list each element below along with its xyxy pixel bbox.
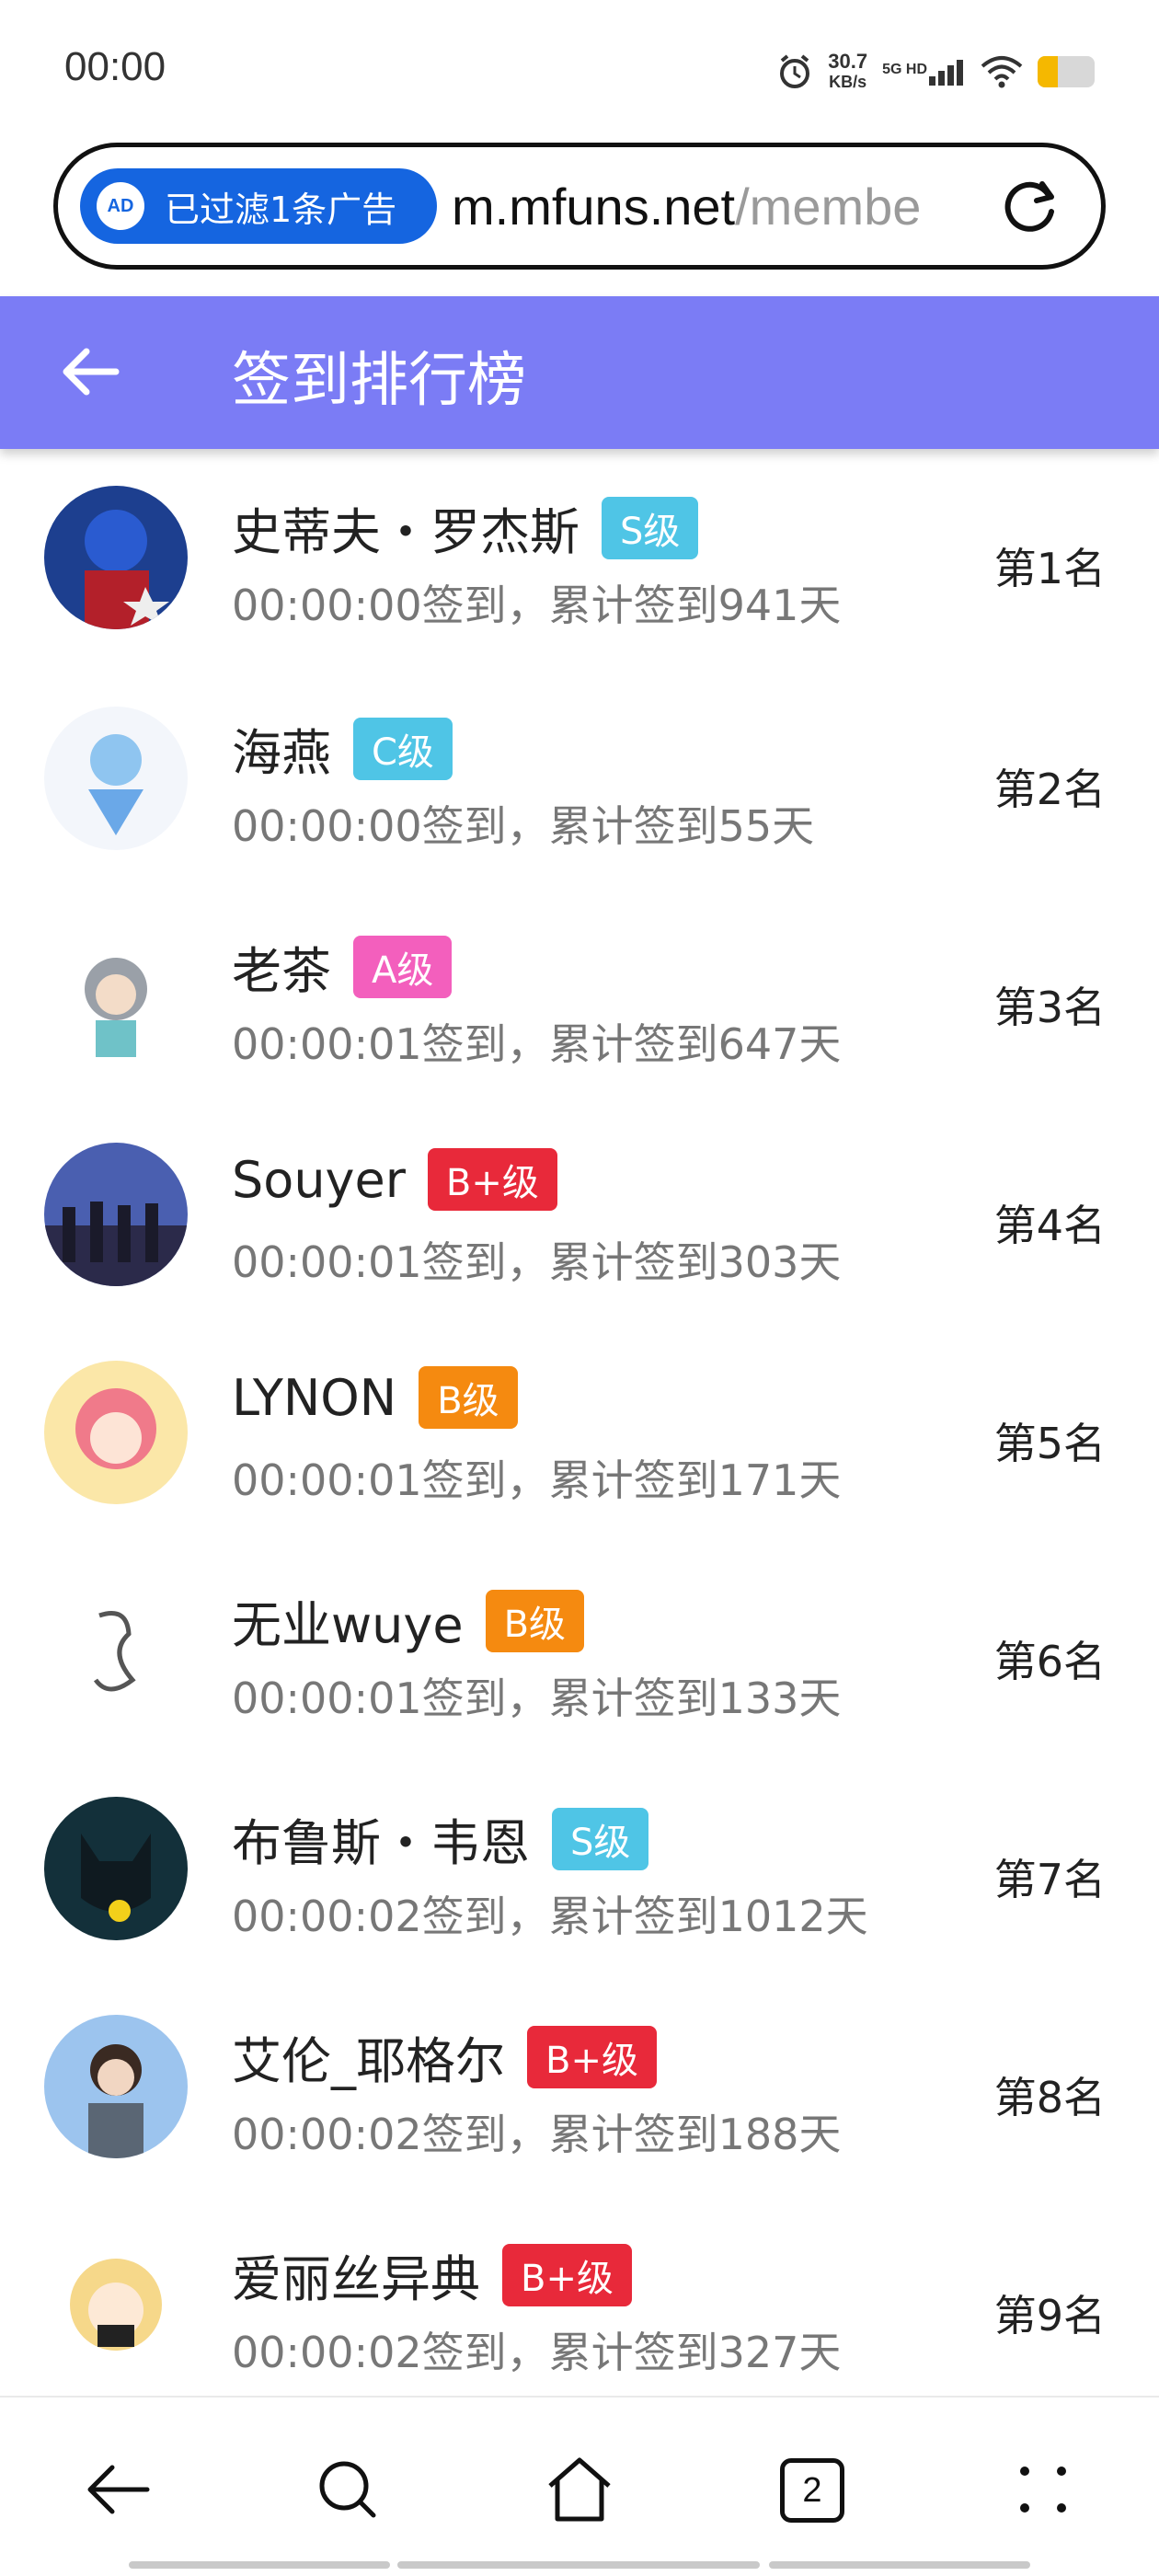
- checkin-detail: 00:00:02签到，累计签到188天: [232, 2110, 842, 2159]
- checkin-detail: 00:00:01签到，累计签到303天: [232, 1237, 842, 1287]
- level-badge: C级: [353, 717, 453, 780]
- app-header: 签到排行榜: [0, 296, 1159, 449]
- home-indicator-segment: [397, 2561, 760, 2569]
- reload-icon[interactable]: [1002, 177, 1061, 236]
- signal-icon: [929, 60, 963, 86]
- avatar[interactable]: [44, 707, 188, 850]
- level-badge: B级: [485, 1589, 585, 1652]
- checkin-detail: 00:00:01签到，累计签到133天: [232, 1673, 842, 1723]
- checkin-detail: 00:00:02签到，累计签到1012天: [232, 1892, 868, 1941]
- user-name[interactable]: LYNON: [232, 1369, 396, 1427]
- level-badge: A级: [353, 935, 453, 998]
- back-arrow-icon[interactable]: [59, 344, 123, 399]
- back-icon[interactable]: [81, 2453, 155, 2526]
- battery-fill: [1038, 56, 1058, 87]
- home-indicator-segment: [769, 2561, 1030, 2569]
- list-item[interactable]: 无业wuye B级 00:00:01签到，累计签到133天 第6名: [0, 1542, 1159, 1760]
- avatar[interactable]: [44, 1361, 188, 1504]
- checkin-detail: 00:00:00签到，累计签到941天: [232, 581, 842, 630]
- alarm-icon: [780, 54, 810, 88]
- avatar[interactable]: [44, 486, 188, 629]
- user-name[interactable]: 布鲁斯・韦恩: [232, 1802, 530, 1875]
- home-icon[interactable]: [543, 2453, 616, 2526]
- checkin-detail: 00:00:00签到，累计签到55天: [232, 801, 815, 851]
- list-item[interactable]: 布鲁斯・韦恩 S级 00:00:02签到，累计签到1012天 第7名: [0, 1760, 1159, 1978]
- list-item[interactable]: 爱丽丝异典 B+级 00:00:02签到，累计签到327天 第9名: [0, 2196, 1159, 2414]
- rank-label: 第5名: [993, 1419, 1106, 1468]
- level-badge: S级: [602, 496, 699, 559]
- user-name-line: 艾伦_耶格尔 B+级: [232, 2020, 657, 2093]
- checkin-detail: 00:00:01签到，累计签到647天: [232, 1019, 842, 1069]
- user-name-line: 爱丽丝异典 B+级: [232, 2238, 632, 2311]
- level-badge: B级: [419, 1366, 518, 1429]
- url-domain: m.mfuns.net: [452, 177, 736, 236]
- list-item[interactable]: 史蒂夫・罗杰斯 S级 00:00:00签到，累计签到941天 第1名: [0, 449, 1159, 667]
- home-indicator-segment: [129, 2561, 390, 2569]
- avatar[interactable]: [44, 1797, 188, 1940]
- net-speed-unit: KB/s: [829, 73, 867, 91]
- net-speed: 30.7 KB/s: [828, 52, 867, 92]
- checkin-detail: 00:00:01签到，累计签到171天: [232, 1455, 842, 1505]
- user-name[interactable]: 海燕: [232, 712, 331, 785]
- rank-label: 第8名: [993, 2073, 1106, 2122]
- status-bar: 00:00 30.7 KB/s 5G HD: [0, 0, 1159, 138]
- battery-icon: [1038, 56, 1095, 87]
- url-bar[interactable]: AD 已过滤1条广告 m.mfuns.net/membe: [53, 143, 1106, 270]
- bottom-nav: 2: [0, 2396, 1159, 2576]
- rank-label: 第3名: [993, 983, 1106, 1032]
- user-name[interactable]: 无业wuye: [232, 1584, 464, 1657]
- ad-block-icon: AD: [97, 182, 144, 230]
- net-speed-value: 30.7: [828, 50, 868, 73]
- list-item[interactable]: LYNON B级 00:00:01签到，累计签到171天 第5名: [0, 1324, 1159, 1542]
- user-name-line: 布鲁斯・韦恩 S级: [232, 1802, 649, 1875]
- status-time: 00:00: [64, 44, 166, 89]
- level-badge: S级: [552, 1807, 649, 1870]
- list-item[interactable]: 老茶 A级 00:00:01签到，累计签到647天 第3名: [0, 888, 1159, 1106]
- level-badge: B+级: [427, 1148, 557, 1211]
- rank-label: 第2名: [993, 765, 1106, 814]
- search-icon[interactable]: [311, 2453, 384, 2526]
- user-name-line: 海燕 C级: [232, 712, 453, 785]
- menu-dots-icon[interactable]: [1006, 2453, 1080, 2526]
- avatar[interactable]: [44, 925, 188, 1068]
- checkin-detail: 00:00:02签到，累计签到327天: [232, 2328, 842, 2377]
- rank-label: 第4名: [993, 1201, 1106, 1250]
- page-title: 签到排行榜: [232, 347, 526, 415]
- user-name[interactable]: 史蒂夫・罗杰斯: [232, 491, 580, 564]
- signal-strength: 5G HD: [882, 58, 966, 86]
- level-badge: B+级: [502, 2243, 632, 2306]
- list-item[interactable]: Souyer B+级 00:00:01签到，累计签到303天 第4名: [0, 1106, 1159, 1324]
- ad-filter-text: 已过滤1条广告: [165, 189, 397, 230]
- rank-label: 第6名: [993, 1637, 1106, 1686]
- url-path: /membe: [735, 177, 922, 236]
- avatar[interactable]: [44, 1143, 188, 1286]
- user-name[interactable]: 艾伦_耶格尔: [232, 2020, 505, 2093]
- user-name[interactable]: 老茶: [232, 930, 331, 1003]
- wifi-icon: [981, 56, 1023, 88]
- tabs-count: 2: [802, 2470, 822, 2510]
- user-name-line: Souyer B+级: [232, 1148, 557, 1211]
- tabs-button[interactable]: 2: [780, 2458, 844, 2523]
- list-item[interactable]: 海燕 C级 00:00:00签到，累计签到55天 第2名: [0, 670, 1159, 888]
- url-text[interactable]: m.mfuns.net/membe: [452, 177, 967, 236]
- user-name-line: 史蒂夫・罗杰斯 S级: [232, 491, 699, 564]
- user-name-line: 无业wuye B级: [232, 1584, 585, 1657]
- level-badge: B+级: [527, 2025, 657, 2088]
- avatar[interactable]: [44, 2015, 188, 2158]
- user-name-line: 老茶 A级: [232, 930, 453, 1003]
- user-name[interactable]: 爱丽丝异典: [232, 2238, 480, 2311]
- user-name[interactable]: Souyer: [232, 1151, 406, 1209]
- signal-label: 5G HD: [882, 62, 927, 77]
- list-item[interactable]: 艾伦_耶格尔 B+级 00:00:02签到，累计签到188天 第8名: [0, 1978, 1159, 2196]
- rank-label: 第9名: [993, 2291, 1106, 2340]
- user-name-line: LYNON B级: [232, 1366, 518, 1429]
- status-icons: 30.7 KB/s 5G HD: [776, 46, 1095, 98]
- avatar[interactable]: [44, 1579, 188, 1722]
- rank-label: 第1名: [993, 544, 1106, 593]
- avatar[interactable]: [44, 2233, 188, 2376]
- ad-filter-pill[interactable]: AD 已过滤1条广告: [80, 168, 437, 244]
- rank-label: 第7名: [993, 1855, 1106, 1904]
